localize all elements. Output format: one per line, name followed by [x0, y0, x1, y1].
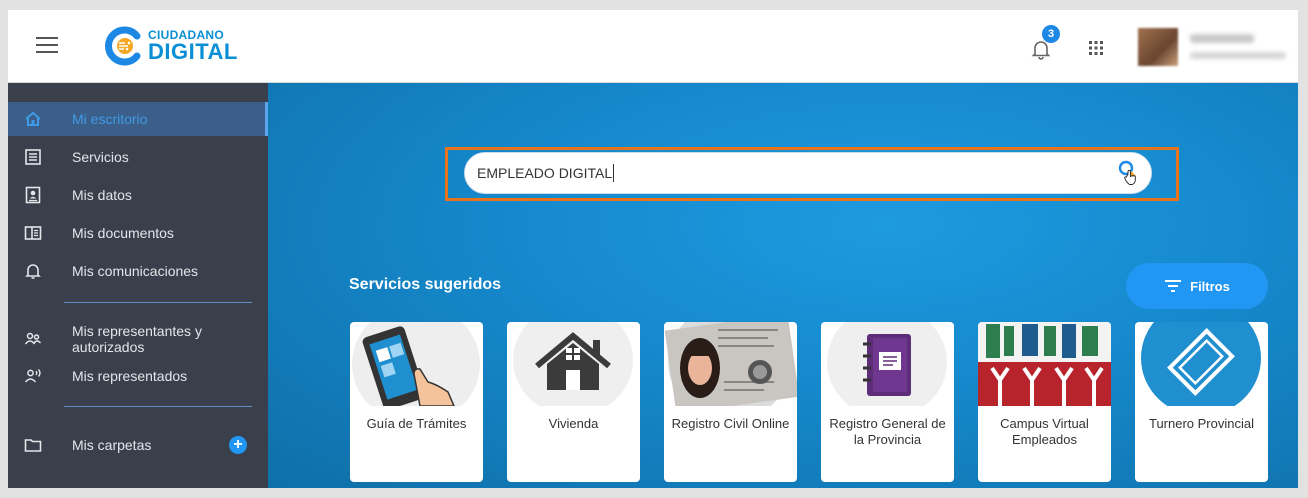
card-label: Vivienda — [548, 416, 599, 431]
menu-icon[interactable] — [36, 37, 58, 55]
card-label: Registro General de la Provincia — [829, 416, 946, 447]
logo-mark-icon — [105, 26, 141, 66]
card-image — [978, 322, 1111, 406]
folder-icon — [24, 439, 42, 452]
card-label: Guía de Trámites — [366, 416, 467, 431]
sidebar-item-mis-datos[interactable]: Mis datos — [8, 178, 268, 212]
sidebar: Mi escritorio Servicios Mis datos Mis do… — [8, 83, 268, 488]
sidebar-item-label: Mis documentos — [72, 225, 174, 241]
sidebar-item-mi-escritorio[interactable]: Mi escritorio — [8, 102, 268, 136]
service-card-guia-tramites[interactable]: Guía de Trámites — [350, 322, 483, 482]
sidebar-item-mis-documentos[interactable]: Mis documentos — [8, 216, 268, 250]
search-icon[interactable] — [1116, 160, 1140, 188]
service-card-registro-civil[interactable]: Registro Civil Online — [664, 322, 797, 482]
apps-grid-icon[interactable] — [1088, 40, 1104, 56]
list-icon — [25, 149, 41, 165]
bell-icon — [25, 264, 41, 279]
user-avatar[interactable] — [1138, 28, 1178, 66]
top-bar: CIUDADANO DIGITAL 3 — [8, 10, 1298, 83]
user-name-blurred — [1190, 34, 1254, 43]
user-detail-blurred — [1190, 52, 1286, 59]
notebook-icon — [827, 322, 947, 406]
card-image — [507, 322, 640, 406]
logo[interactable]: CIUDADANO DIGITAL — [104, 23, 238, 69]
sidebar-item-mis-representantes[interactable]: Mis representantes y autorizados — [8, 319, 268, 359]
speaking-person-icon — [24, 369, 41, 383]
sidebar-item-label: Mis representantes y autorizados — [72, 323, 202, 355]
notification-badge: 3 — [1042, 25, 1060, 43]
service-card-vivienda[interactable]: Vivienda — [507, 322, 640, 482]
documents-icon — [24, 226, 42, 240]
card-image — [664, 322, 797, 406]
filters-button[interactable]: Filtros — [1126, 263, 1268, 309]
ticket-icon — [1141, 322, 1261, 406]
card-label: Turnero Provincial — [1148, 416, 1254, 431]
sidebar-item-label: Mis datos — [72, 187, 132, 203]
sidebar-item-label: Servicios — [72, 149, 129, 165]
tablet-hand-icon — [352, 322, 480, 406]
campus-people-icon — [978, 322, 1111, 406]
service-card-registro-general[interactable]: Registro General de la Provincia — [821, 322, 954, 482]
sidebar-item-mis-comunicaciones[interactable]: Mis comunicaciones — [8, 254, 268, 288]
card-image — [821, 322, 954, 406]
sidebar-divider — [64, 302, 252, 303]
add-folder-button[interactable]: + — [229, 436, 247, 454]
logo-bottom-text: DIGITAL — [148, 39, 238, 64]
service-card-campus-virtual[interactable]: Campus Virtual Empleados — [978, 322, 1111, 482]
main-content: EMPLEADO DIGITAL Servicios sugeridos Fil… — [268, 83, 1298, 488]
section-title: Servicios sugeridos — [349, 276, 502, 293]
house-icon — [513, 322, 633, 406]
card-image — [350, 322, 483, 406]
text-caret — [613, 164, 615, 182]
id-card-icon — [25, 186, 41, 204]
filters-button-label: Filtros — [1190, 278, 1230, 294]
app-window: CIUDADANO DIGITAL 3 Mi escritorio Servic… — [8, 10, 1298, 488]
sidebar-item-label: Mis carpetas — [72, 437, 152, 453]
id-document-icon — [664, 322, 797, 406]
card-label: Registro Civil Online — [671, 416, 790, 431]
home-icon — [25, 111, 41, 126]
card-label: Campus Virtual Empleados — [1000, 416, 1089, 447]
sidebar-item-servicios[interactable]: Servicios — [8, 140, 268, 174]
sidebar-item-mis-representados[interactable]: Mis representados — [8, 359, 268, 393]
search-input[interactable]: EMPLEADO DIGITAL — [464, 152, 1152, 194]
sidebar-item-label: Mis comunicaciones — [72, 263, 199, 279]
service-card-turnero[interactable]: Turnero Provincial — [1135, 322, 1268, 482]
sidebar-item-label: Mis representados — [72, 368, 188, 384]
people-icon — [24, 332, 42, 345]
card-image — [1135, 322, 1268, 406]
search-input-value: EMPLEADO DIGITAL — [477, 165, 613, 181]
sidebar-divider — [64, 406, 252, 407]
sidebar-item-label: Mi escritorio — [72, 111, 148, 127]
filter-icon — [1165, 280, 1182, 292]
